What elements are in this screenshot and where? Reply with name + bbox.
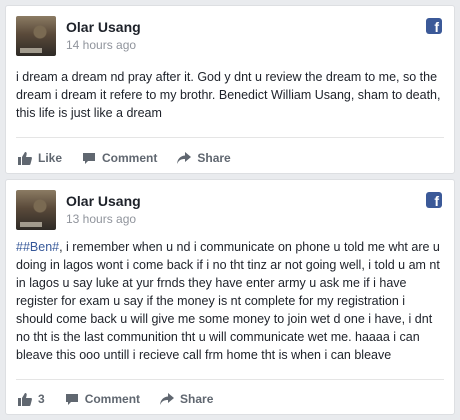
thumbs-up-icon (18, 151, 32, 165)
post-header: Olar Usang 13 hours ago f (6, 180, 454, 234)
author-name[interactable]: Olar Usang (66, 19, 141, 35)
post-text: i dream a dream nd pray after it. God y … (16, 70, 441, 120)
divider (16, 137, 444, 138)
facebook-icon[interactable]: f (426, 192, 442, 208)
comment-icon (83, 152, 96, 164)
share-button[interactable]: Share (160, 392, 213, 406)
post-timestamp[interactable]: 13 hours ago (66, 212, 136, 226)
post-timestamp[interactable]: 14 hours ago (66, 38, 136, 52)
comment-button[interactable]: Comment (65, 392, 140, 406)
post-actions: 3 Comment Share (18, 389, 442, 409)
hashtag-link[interactable]: ##Ben# (16, 240, 59, 254)
like-count: 3 (38, 392, 45, 406)
facebook-icon[interactable]: f (426, 18, 442, 34)
share-icon (177, 152, 192, 164)
comment-label: Comment (84, 392, 141, 406)
share-label: Share (197, 151, 231, 165)
like-label: Like (38, 151, 63, 165)
author-name[interactable]: Olar Usang (66, 193, 141, 209)
avatar[interactable] (16, 190, 56, 230)
comment-icon (65, 393, 78, 405)
post-actions: Like Comment Share (18, 148, 442, 168)
thumbs-up-icon (18, 392, 32, 406)
like-button[interactable]: Like (18, 151, 62, 165)
share-icon (160, 393, 175, 405)
divider (16, 379, 444, 380)
post-card: Olar Usang 14 hours ago f i dream a drea… (5, 5, 455, 174)
like-button[interactable]: 3 (18, 392, 45, 406)
comment-button[interactable]: Comment (82, 151, 157, 165)
share-label: Share (180, 392, 214, 406)
post-text-body: , i remember when u nd i communicate on … (16, 240, 440, 362)
avatar[interactable] (16, 16, 56, 56)
post-header: Olar Usang 14 hours ago f (6, 6, 454, 60)
share-button[interactable]: Share (177, 151, 231, 165)
post-text: ##Ben#, i remember when u nd i communica… (16, 238, 442, 364)
post-card: Olar Usang 13 hours ago f ##Ben#, i reme… (5, 179, 455, 415)
comment-label: Comment (102, 151, 158, 165)
